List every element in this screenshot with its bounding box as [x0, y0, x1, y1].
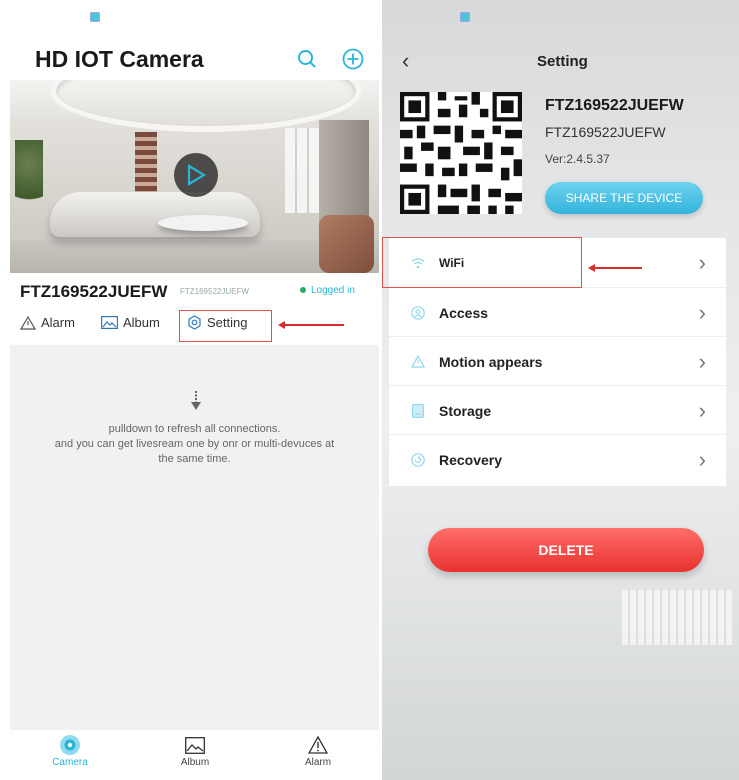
annotation-arrow [588, 264, 642, 272]
warning-icon [411, 355, 425, 369]
tab-alarm[interactable]: Alarm [288, 733, 348, 768]
tab-camera[interactable]: Camera [40, 733, 100, 768]
status-badge: Logged in [300, 285, 355, 296]
annotation-highlight-setting [179, 310, 272, 342]
firmware-version: Ver:2.4.5.37 [545, 152, 610, 166]
menu-item-storage[interactable]: Storage › [389, 385, 726, 435]
share-device-button[interactable]: SHARE THE DEVICE [545, 182, 703, 214]
chevron-right-icon: › [698, 249, 706, 275]
device-id: FTZ169522JUEFW [545, 124, 666, 140]
play-button[interactable] [174, 153, 218, 197]
menu-item-recovery[interactable]: Recovery › [389, 434, 726, 484]
menu-item-access[interactable]: Access › [389, 287, 726, 337]
add-device-icon[interactable] [341, 47, 365, 71]
device-id: FTZ169522JUEFW [180, 287, 249, 296]
search-icon[interactable] [295, 47, 319, 71]
status-bar-icon [90, 12, 100, 22]
chevron-right-icon: › [698, 348, 706, 374]
tab-album[interactable]: Album [165, 733, 225, 768]
camera-list-screen: HD IOT Camera FTZ169522JUEFW FTZ169522JU… [0, 0, 382, 780]
annotation-highlight-wifi [382, 237, 582, 288]
qr-code-icon [400, 92, 522, 214]
warning-icon [20, 315, 36, 330]
camera-icon [60, 735, 80, 755]
chevron-right-icon: › [698, 397, 706, 423]
pulldown-hint: pulldown to refresh all connections. and… [54, 423, 335, 465]
chevron-right-icon: › [698, 299, 706, 325]
device-name: FTZ169522JUEFW [545, 97, 684, 114]
album-button[interactable]: Album [101, 315, 160, 330]
page-title: Setting [537, 53, 588, 70]
online-dot [300, 287, 306, 294]
recovery-icon [411, 452, 425, 467]
menu-item-motion-appears[interactable]: Motion appears › [389, 336, 726, 386]
alarm-button[interactable]: Alarm [20, 315, 75, 330]
annotation-arrow [278, 321, 344, 329]
play-icon [187, 164, 207, 186]
image-icon [101, 316, 118, 329]
device-name: FTZ169522JUEFW [20, 282, 168, 301]
storage-icon [411, 403, 425, 418]
setting-screen: ‹ Setting FTZ169522JUEFW FTZ169522JUEFW … [382, 0, 739, 780]
status-bar-icon [460, 12, 470, 22]
pulldown-arrow-icon [190, 390, 202, 416]
app-title: HD IOT Camera [35, 46, 204, 72]
warning-icon [308, 736, 328, 754]
chevron-right-icon: › [698, 446, 706, 472]
user-icon [411, 305, 425, 320]
delete-button[interactable]: DELETE [428, 528, 704, 572]
back-chevron-icon[interactable]: ‹ [402, 48, 409, 74]
image-icon [185, 736, 205, 754]
